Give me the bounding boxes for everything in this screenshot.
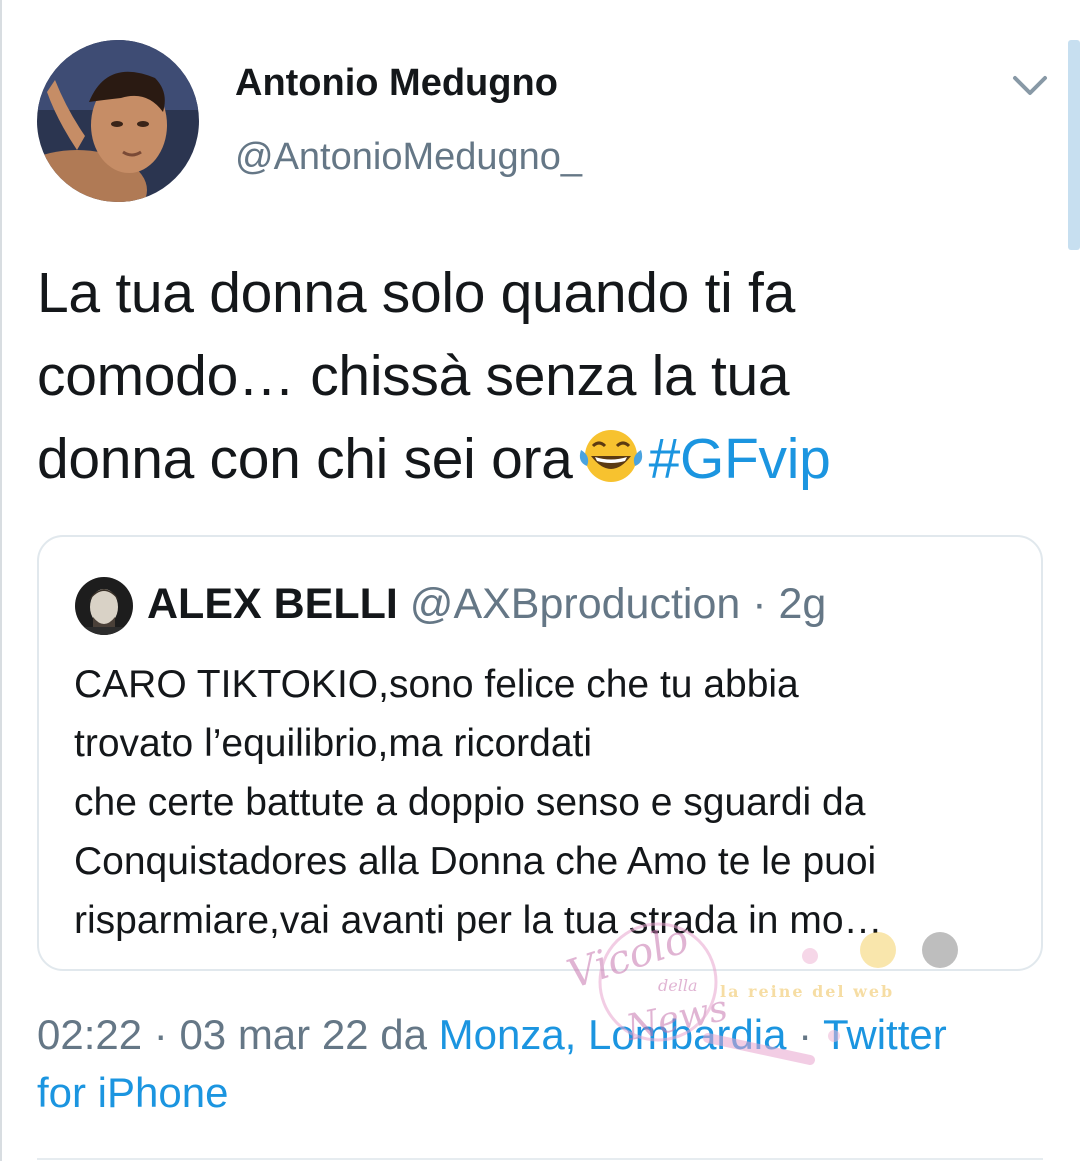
quoted-separator: · [740, 580, 779, 628]
quoted-author-name[interactable]: ALEX BELLI [147, 580, 398, 628]
tweet-text-line: donna con chi sei ora #GFvip [37, 418, 1047, 501]
avatar-photo [37, 40, 199, 202]
location-link[interactable]: Monza, Lombardia [439, 1011, 787, 1058]
tweet-date: 03 mar 22 [179, 1011, 369, 1058]
scrollbar[interactable] [1068, 40, 1080, 250]
watermark-tagline: la reine del web [720, 982, 895, 1001]
hashtag-link[interactable]: #GFvip [649, 427, 831, 491]
quoted-text-line: Conquistadores alla Donna che Amo te le … [74, 840, 877, 883]
quoted-tweet-header: ALEX BELLI @AXBproduction · 2g [147, 577, 826, 631]
meta-separator: · [142, 1011, 180, 1058]
quoted-tweet-card[interactable]: ALEX BELLI @AXBproduction · 2g CARO TIKT… [37, 535, 1043, 971]
quoted-tweet-age: 2g [778, 580, 827, 628]
quoted-author-avatar[interactable] [75, 577, 133, 635]
quoted-author-handle[interactable]: @AXBproduction [410, 580, 741, 628]
author-name[interactable]: Antonio Medugno [235, 62, 558, 105]
author-avatar[interactable] [37, 40, 199, 202]
meta-separator: · [786, 1011, 824, 1058]
watermark-subtitle: della [658, 976, 698, 995]
tweet-text-line: comodo… chissà senza la tua [37, 344, 790, 408]
tweet-time: 02:22 [37, 1011, 143, 1058]
tweet-text-line: La tua donna solo quando ti fa [37, 261, 795, 325]
bottom-divider [37, 1158, 1043, 1160]
source-link[interactable]: Twitter [823, 1011, 947, 1058]
from-word: da [380, 1011, 427, 1058]
quoted-text-line: che certe battute a doppio senso e sguar… [74, 781, 866, 824]
tweet-metadata-line: 02:22 · 03 mar 22 da Monza, Lombardia · … [37, 1006, 1037, 1064]
quoted-text-line: risparmiare,vai avanti per la tua strada… [74, 899, 883, 942]
source-link-continued[interactable]: for iPhone [37, 1069, 228, 1116]
face-with-tears-of-joy-icon [577, 424, 645, 482]
tweet-text: La tua donna solo quando ti fa comodo… c… [37, 252, 1047, 501]
tweet-metadata-line: for iPhone [37, 1064, 1037, 1122]
tweet-metadata: 02:22 · 03 mar 22 da Monza, Lombardia · … [37, 1006, 1037, 1122]
quoted-text-line: trovato l’equilibrio,ma ricordati [74, 722, 593, 765]
author-handle[interactable]: @AntonioMedugno_ [235, 136, 582, 179]
quoted-text-line: CARO TIKTOKIO,sono felice che tu abbia [74, 663, 799, 706]
quoted-avatar-photo [75, 577, 133, 635]
tweet-text-line-content: donna con chi sei ora [37, 427, 573, 491]
chevron-down-icon[interactable] [1010, 68, 1050, 104]
left-edge-divider [0, 0, 2, 1161]
quoted-tweet-text: CARO TIKTOKIO,sono felice che tu abbia t… [74, 655, 1034, 950]
